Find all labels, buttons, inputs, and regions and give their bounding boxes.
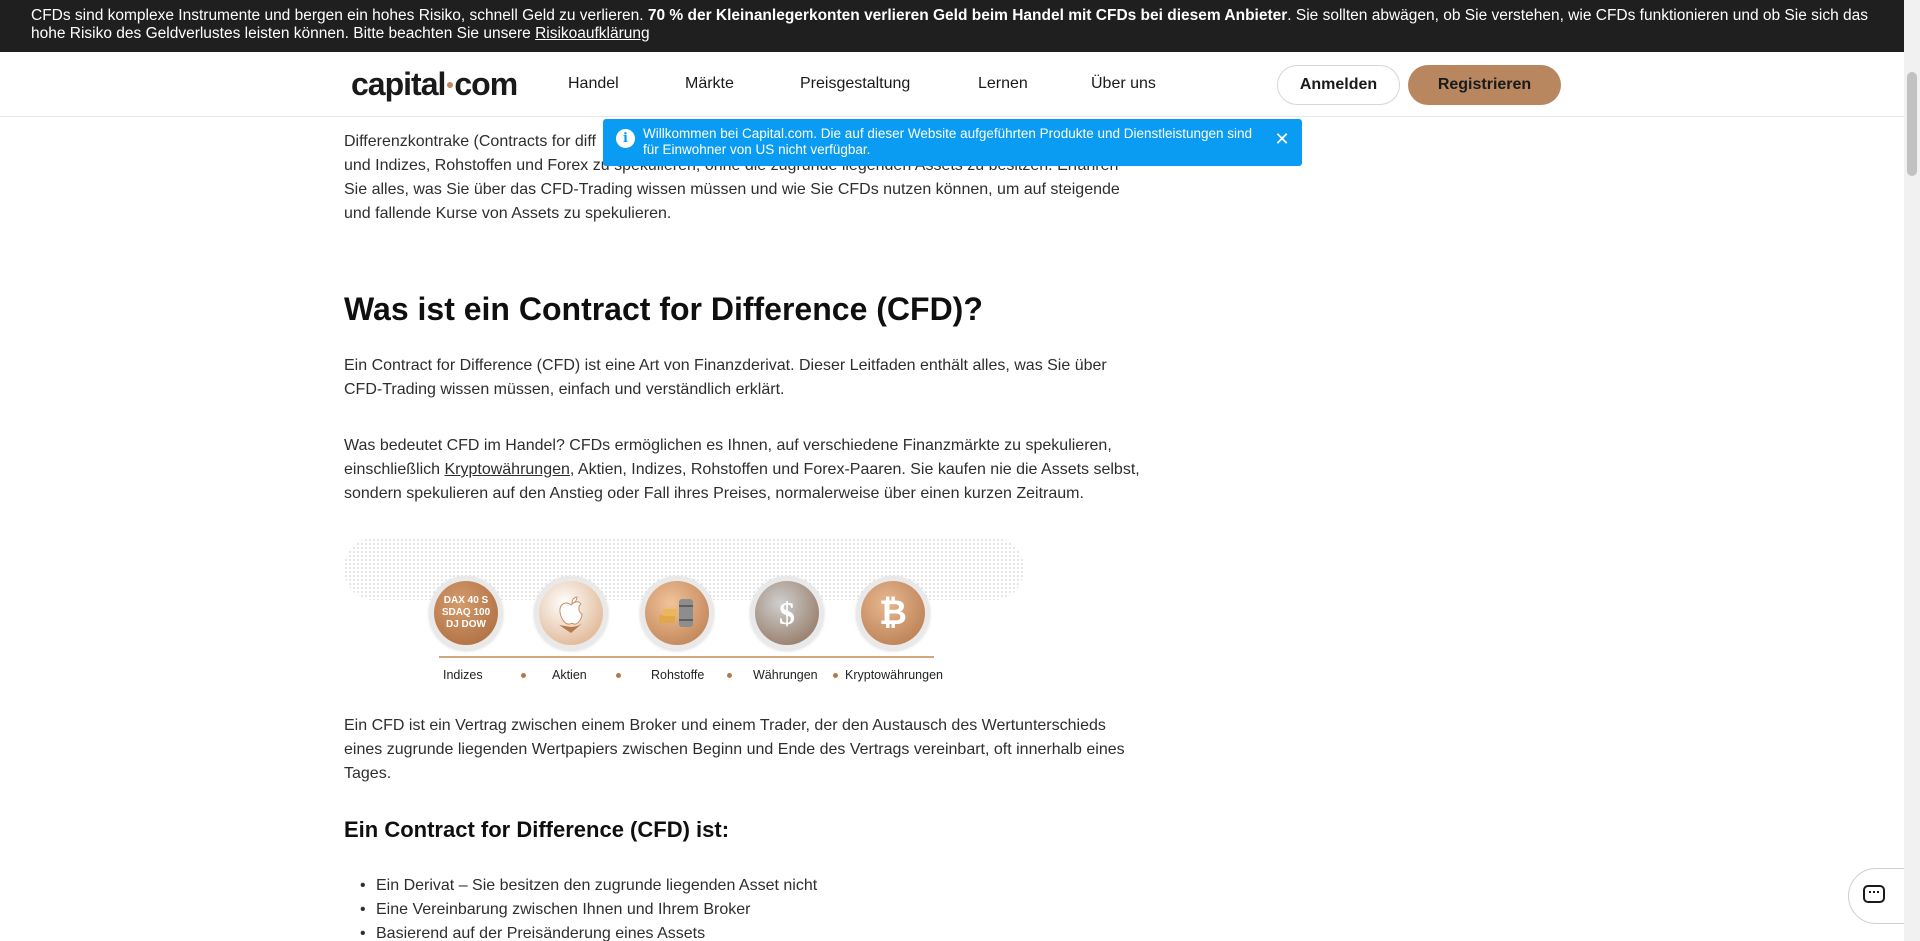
bitcoin-icon: ₿ bbox=[856, 576, 930, 650]
asset-label-rohstoffe: Rohstoffe bbox=[651, 668, 705, 682]
cfd-bullet-list: • Ein Derivat – Sie besitzen den zugrunde… bbox=[360, 874, 1140, 941]
asset-separator-dot bbox=[833, 673, 838, 678]
chat-button[interactable] bbox=[1848, 868, 1908, 924]
logo-dot bbox=[447, 81, 454, 88]
heading-cfd-is: Ein Contract for Difference (CFD) ist: bbox=[344, 817, 730, 842]
close-icon[interactable]: ✕ bbox=[1272, 129, 1292, 149]
paragraph-cfd-contract: Ein CFD ist ein Vertrag zwischen einem B… bbox=[344, 717, 1125, 782]
commodities-icon bbox=[640, 576, 714, 650]
nav-item-maerkte[interactable]: Märkte bbox=[685, 74, 734, 94]
info-icon: i bbox=[616, 129, 635, 148]
asset-separator-dot bbox=[521, 673, 526, 678]
asset-separator-dot bbox=[616, 673, 621, 678]
list-item: • Basierend auf der Preisänderung eines A… bbox=[360, 925, 706, 941]
risk-text-start: CFDs sind komplexe Instrumente und berge… bbox=[31, 7, 648, 24]
crypto-link[interactable]: Kryptowährungen bbox=[444, 461, 569, 478]
logo-text-left: capital bbox=[351, 66, 446, 102]
asset-classes-graphic: DAX 40 S SDAQ 100 DJ DOW $ ₿ Indizes Akt… bbox=[344, 538, 1024, 686]
bullet-text: Eine Vereinbarung zwischen Ihnen und Ihr… bbox=[376, 901, 751, 918]
index-badge-line: DJ DOW bbox=[446, 619, 486, 630]
asset-label-indizes: Indizes bbox=[443, 668, 483, 682]
chat-bubble-icon bbox=[1863, 885, 1885, 903]
bullet-text: Basierend auf der Preisänderung eines As… bbox=[376, 925, 706, 941]
apple-logo-icon bbox=[559, 596, 585, 633]
list-item: • Eine Vereinbarung zwischen Ihnen und Ih… bbox=[360, 901, 751, 918]
scrollbar-thumb[interactable] bbox=[1907, 72, 1917, 176]
heading-what-is-cfd: Was ist ein Contract for Difference (CFD… bbox=[344, 291, 983, 327]
capital-com-logo[interactable]: capital com bbox=[351, 66, 518, 102]
us-residents-notice: i Willkommen bei Capital.com. Die auf di… bbox=[603, 119, 1302, 166]
page-scrollbar[interactable] bbox=[1904, 0, 1920, 941]
risk-disclosure-link[interactable]: Risikoaufklärung bbox=[535, 25, 650, 42]
risk-warning-banner: CFDs sind komplexe Instrumente und berge… bbox=[0, 0, 1904, 52]
register-button[interactable]: Registrieren bbox=[1408, 65, 1561, 105]
risk-text-bold: 70 % der Kleinanlegerkonten verlieren Ge… bbox=[647, 7, 1288, 24]
login-button[interactable]: Anmelden bbox=[1277, 65, 1400, 105]
asset-label-waehrungen: Währungen bbox=[753, 668, 818, 682]
asset-separator-dot bbox=[727, 673, 732, 678]
currency-icon: $ bbox=[750, 576, 824, 650]
notice-message: Willkommen bei Capital.com. Die auf dies… bbox=[643, 126, 1253, 157]
intro-rest: und Indizes, Rohstoffen und Forex zu spe… bbox=[344, 157, 1120, 222]
nav-item-ueber-uns[interactable]: Über uns bbox=[1091, 74, 1156, 94]
asset-label-kryptowaehrungen: Kryptowährungen bbox=[845, 668, 943, 682]
index-badge-line: DAX 40 S bbox=[443, 595, 489, 606]
asset-divider-line bbox=[439, 656, 934, 658]
nav-item-lernen[interactable]: Lernen bbox=[978, 74, 1028, 94]
apple-icon bbox=[534, 576, 608, 650]
nav-item-handel[interactable]: Handel bbox=[568, 74, 619, 94]
intro-line1: Differenzkontrake (Contracts for diff bbox=[344, 133, 596, 150]
paragraph-cfd-meaning: Was bedeutet CFD im Handel? CFDs ermögli… bbox=[344, 434, 1144, 506]
indices-icon: DAX 40 S SDAQ 100 DJ DOW bbox=[429, 576, 503, 650]
gold-barrel-icon bbox=[659, 599, 693, 627]
asset-label-aktien: Aktien bbox=[552, 668, 587, 682]
nav-item-preisgestaltung[interactable]: Preisgestaltung bbox=[800, 74, 910, 94]
logo-text-right: com bbox=[454, 66, 518, 102]
bullet-text: Ein Derivat – Sie besitzen den zugrunde … bbox=[376, 877, 818, 894]
site-header: capital com Handel Märkte Preisgestaltung… bbox=[0, 52, 1904, 117]
list-item: • Ein Derivat – Sie besitzen den zugrunde… bbox=[360, 877, 818, 894]
paragraph-cfd-definition: Ein Contract for Difference (CFD) ist ei… bbox=[344, 357, 1107, 398]
index-badge-line: SDAQ 100 bbox=[441, 607, 491, 618]
